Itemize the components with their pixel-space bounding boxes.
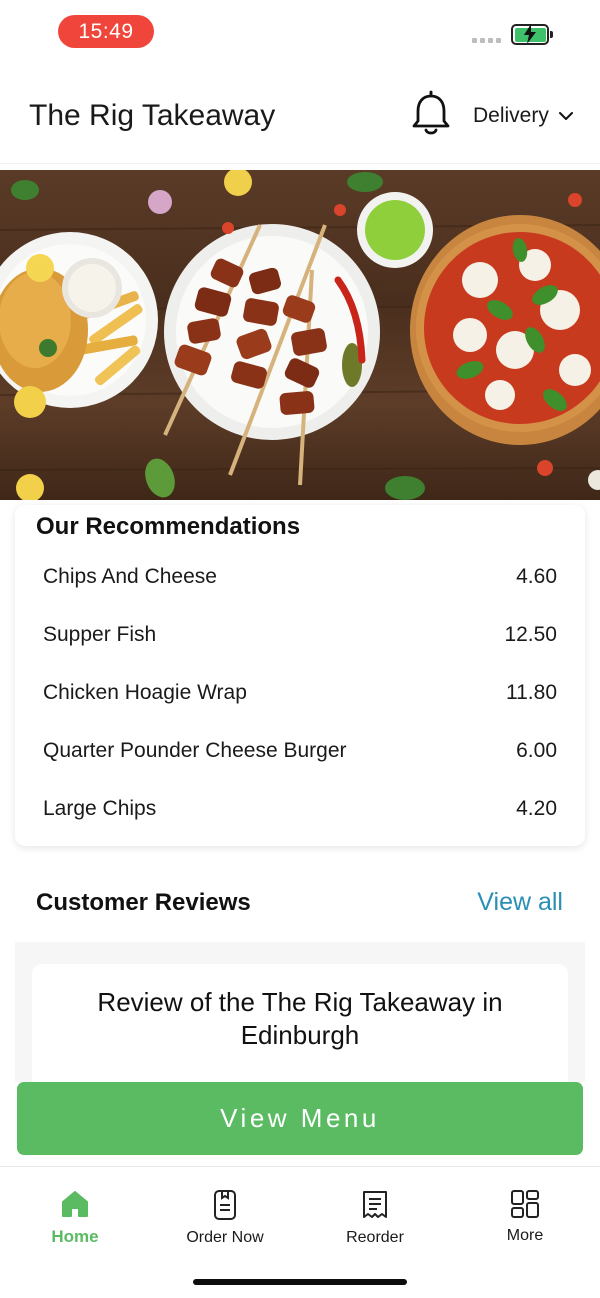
recommendation-name: Supper Fish <box>43 623 157 646</box>
home-indicator[interactable] <box>193 1279 407 1285</box>
recommendation-item[interactable]: Quarter Pounder Cheese Burger 6.00 <box>43 731 557 771</box>
battery-charging-icon <box>511 24 553 45</box>
recommendation-item[interactable]: Large Chips 4.20 <box>43 789 557 829</box>
home-icon <box>62 1191 88 1217</box>
tab-more[interactable]: More <box>465 1189 585 1245</box>
view-menu-button[interactable]: View Menu <box>17 1082 583 1155</box>
review-heading: Review of the The Rig Takeaway in Edinbu… <box>97 987 503 1050</box>
recommendation-item[interactable]: Supper Fish 12.50 <box>43 615 557 655</box>
bell-icon[interactable] <box>410 90 452 138</box>
hero-banner-image <box>0 170 600 500</box>
recommendation-price: 4.60 <box>516 565 557 588</box>
customer-reviews-section: Customer Reviews View all Review of the … <box>15 862 585 1082</box>
delivery-mode-label: Delivery <box>473 104 549 127</box>
signal-icon <box>472 38 501 43</box>
order-icon <box>214 1190 236 1220</box>
tab-reorder[interactable]: Reorder <box>315 1189 435 1247</box>
recommendation-name: Chips And Cheese <box>43 565 217 588</box>
tab-order-now[interactable]: Order Now <box>165 1189 285 1247</box>
status-time: 15:49 <box>58 15 154 48</box>
recommendation-name: Chicken Hoagie Wrap <box>43 681 247 704</box>
review-card[interactable]: Review of the The Rig Takeaway in Edinbu… <box>32 964 568 1082</box>
recommendations-title: Our Recommendations <box>36 513 301 540</box>
reviews-title: Customer Reviews <box>36 889 251 916</box>
chevron-down-icon <box>558 112 573 120</box>
tab-order-now-label: Order Now <box>186 1229 264 1246</box>
recommendation-price: 4.20 <box>516 797 557 820</box>
recommendation-name: Large Chips <box>43 797 157 820</box>
recommendation-price: 6.00 <box>516 739 557 762</box>
view-all-reviews-link[interactable]: View all <box>477 888 563 917</box>
tab-home-label: Home <box>51 1227 99 1246</box>
recommendation-price: 11.80 <box>506 681 557 704</box>
restaurant-title: The Rig Takeaway <box>29 99 276 132</box>
grid-icon <box>511 1190 539 1218</box>
delivery-mode-dropdown[interactable]: Delivery <box>473 104 573 128</box>
tab-more-label: More <box>506 1227 544 1244</box>
recommendation-item[interactable]: Chips And Cheese 4.60 <box>43 557 557 597</box>
recommendations-card: Our Recommendations Chips And Cheese 4.6… <box>15 505 585 846</box>
reviews-header: Customer Reviews View all <box>15 862 585 942</box>
receipt-icon <box>363 1191 387 1218</box>
recommendation-item[interactable]: Chicken Hoagie Wrap 11.80 <box>43 673 557 713</box>
app-header: The Rig Takeaway Delivery <box>0 64 600 164</box>
recommendation-name: Quarter Pounder Cheese Burger <box>43 739 347 762</box>
status-bar: 15:49 <box>0 0 600 64</box>
tab-home[interactable]: Home <box>15 1189 135 1247</box>
recommendation-price: 12.50 <box>504 623 557 646</box>
tab-reorder-label: Reorder <box>346 1229 404 1246</box>
